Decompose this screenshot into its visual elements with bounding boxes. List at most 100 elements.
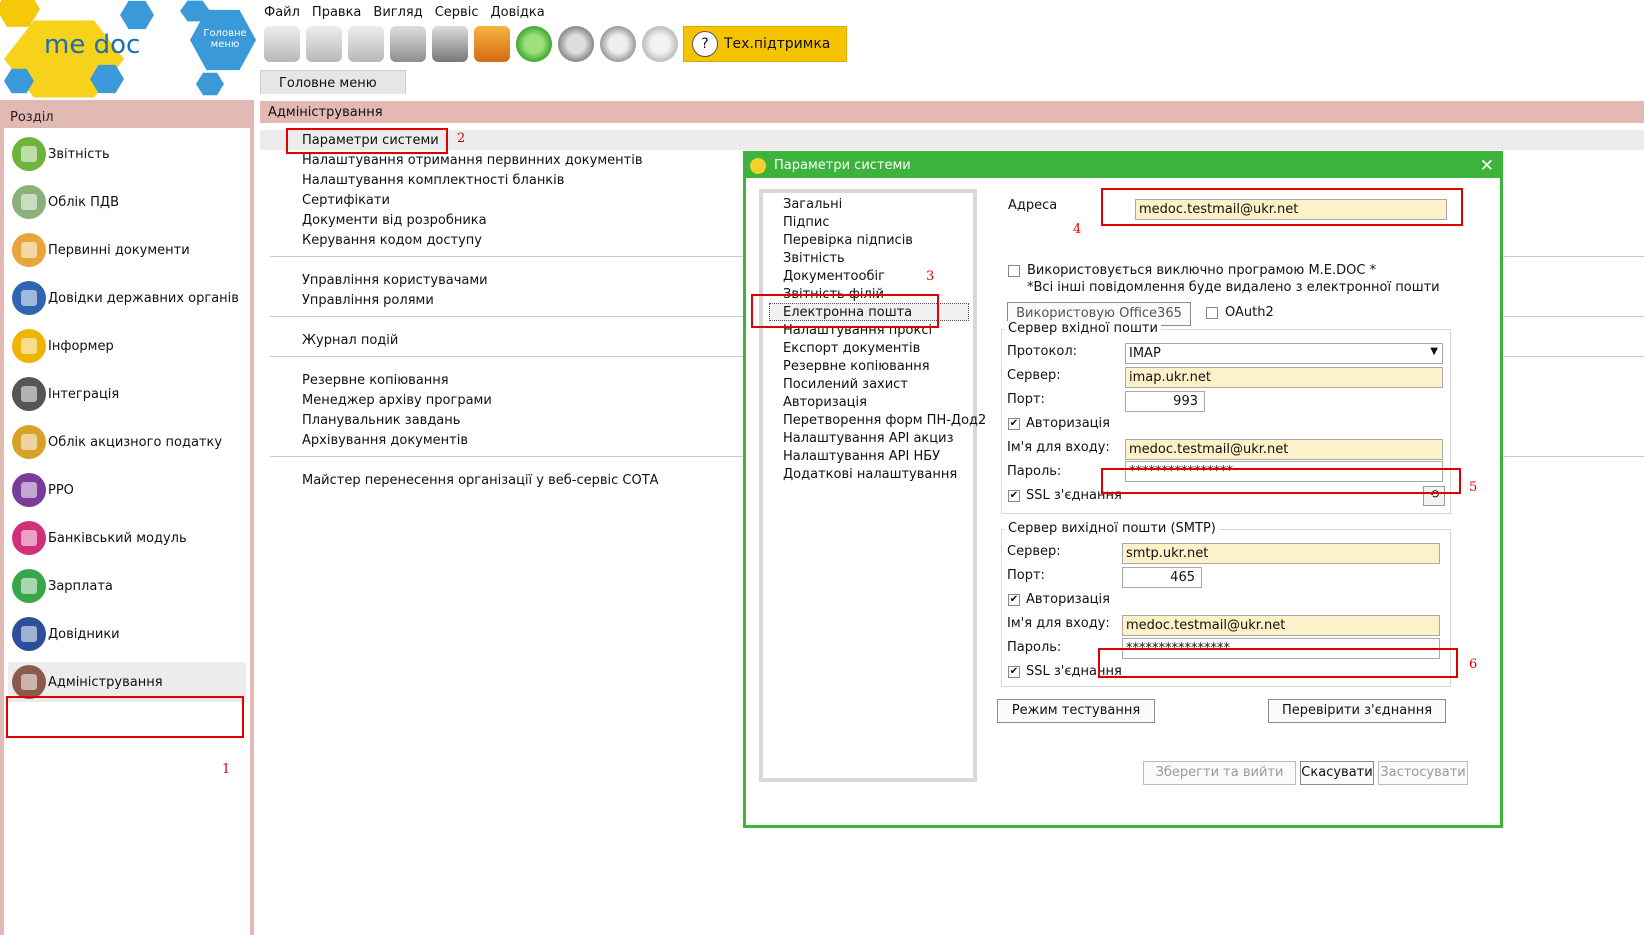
copy-icon[interactable] [348,26,384,62]
tree-item-authorization[interactable]: Авторизація [783,395,867,410]
receive-icon[interactable] [516,26,552,62]
out-auth-checkbox[interactable]: ✔ [1008,594,1020,606]
admin-section-title: Адміністрування [260,101,1644,123]
admin-item-primary-docs-settings[interactable]: Налаштування отримання первинних докумен… [302,153,642,168]
sidebar-item-bank[interactable]: Банківський модуль [12,518,244,558]
tree-item-reporting[interactable]: Звітність [783,251,845,266]
search-icon[interactable] [558,26,594,62]
logo-text: me doc [44,30,141,60]
salary-icon [12,569,46,603]
sign-icon[interactable] [642,26,678,62]
highlight-in-password [1101,468,1461,494]
address-label: Адреса [1008,198,1058,213]
tree-item-api-nbu[interactable]: Налаштування API НБУ [783,449,940,464]
admin-item-roles[interactable]: Управління ролями [302,293,434,308]
tree-item-form-conversion[interactable]: Перетворення форм ПН-Дод2 [783,413,986,428]
excise-icon [12,425,46,459]
sidebar-item-directories[interactable]: Довідники [12,614,244,654]
tree-item-signature-check[interactable]: Перевірка підписів [783,233,913,248]
admin-item-task-scheduler[interactable]: Планувальник завдань [302,413,460,428]
menu-service[interactable]: Сервіс [435,5,479,23]
sidebar-item-vat[interactable]: Облік ПДВ [12,182,244,222]
sidebar-item-informer[interactable]: Інформер [12,326,244,366]
menu-edit[interactable]: Правка [312,5,361,23]
apply-button[interactable]: Застосувати [1378,761,1468,785]
delete-icon[interactable] [306,26,342,62]
exclusive-checkbox[interactable] [1008,265,1020,277]
admin-item-forms-completeness[interactable]: Налаштування комплектності бланків [302,173,564,188]
tree-item-additional[interactable]: Додаткові налаштування [783,467,957,482]
chat-icon: ? [692,31,718,57]
tab-main-menu[interactable]: Головне меню [260,70,406,94]
save-icon[interactable] [390,26,426,62]
annotation-5: 5 [1469,480,1478,495]
admin-item-developer-docs[interactable]: Документи від розробника [302,213,487,228]
sidebar-title: Розділ [10,110,54,125]
oauth-checkbox[interactable] [1206,307,1218,319]
sidebar-item-gov-certificates[interactable]: Довідки державних органів [12,278,244,318]
check-connection-button[interactable]: Перевірити з'єднання [1268,699,1446,723]
out-password-label: Пароль: [1007,640,1062,655]
in-server-input[interactable]: imap.ukr.net [1125,367,1443,388]
menu-help[interactable]: Довідка [490,5,544,23]
tech-support-button[interactable]: ? Тех.підтримка [683,26,847,62]
annotation-3: 3 [926,269,935,284]
open-icon[interactable] [264,26,300,62]
out-auth-label: Авторизація [1026,592,1110,607]
book-icon [12,617,46,651]
dialog-title-bar: Параметри системи ✕ [746,154,1500,178]
sidebar-item-rro[interactable]: РРО [12,470,244,510]
admin-item-certificates[interactable]: Сертифікати [302,193,390,208]
print-icon[interactable] [432,26,468,62]
admin-item-event-log[interactable]: Журнал подій [302,333,398,348]
tree-item-export[interactable]: Експорт документів [783,341,920,356]
selected-row [260,130,1644,150]
chevron-down-icon: ▼ [1430,346,1438,357]
tree-item-api-excise[interactable]: Налаштування API акциз [783,431,954,446]
admin-item-users[interactable]: Управління користувачами [302,273,488,288]
tree-item-enhanced-protection[interactable]: Посилений захист [783,377,908,392]
annotation-4: 4 [1073,222,1082,237]
in-login-label: Ім'я для входу: [1007,440,1110,455]
out-login-input[interactable]: medoc.testmail@ukr.net [1122,615,1440,636]
integration-icon [12,377,46,411]
incoming-group-title: Сервер вхідної пошти [1005,321,1161,336]
out-server-input[interactable]: smtp.ukr.net [1122,543,1440,564]
sidebar-list: Звітність Облік ПДВ Первинні документи Д… [4,128,250,935]
protocol-select[interactable]: IMAP ▼ [1125,343,1443,364]
tree-item-general[interactable]: Загальні [783,197,842,212]
out-port-input[interactable]: 465 [1122,567,1202,588]
sidebar-item-primary-docs[interactable]: Первинні документи [12,230,244,270]
send-icon[interactable] [474,26,510,62]
admin-item-backup[interactable]: Резервне копіювання [302,373,449,388]
admin-item-access-code[interactable]: Керування кодом доступу [302,233,482,248]
menu-bar: Файл Правка Вигляд Сервіс Довідка [264,5,545,23]
in-auth-checkbox[interactable]: ✔ [1008,418,1020,430]
admin-item-sota-wizard[interactable]: Майстер перенесення організації у веб-се… [302,473,659,488]
admin-item-archive-manager[interactable]: Менеджер архіву програми [302,393,492,408]
tree-item-doc-flow[interactable]: Документообіг [783,269,885,284]
sidebar-item-excise[interactable]: Облік акцизного податку [12,422,244,462]
protocol-label: Протокол: [1007,344,1078,359]
in-ssl-checkbox[interactable]: ✔ [1008,490,1020,502]
highlight-email-tree-item [751,294,939,328]
sidebar-item-salary[interactable]: Зарплата [12,566,244,606]
save-exit-button[interactable]: Зберегти та вийти [1143,761,1296,785]
sidebar-item-reporting[interactable]: Звітність [12,134,244,174]
exclusive-note: *Всі інші повідомлення буде видалено з е… [1027,280,1440,295]
out-ssl-checkbox[interactable]: ✔ [1008,666,1020,678]
in-port-input[interactable]: 993 [1125,391,1205,412]
message-icon[interactable] [600,26,636,62]
tech-support-label: Тех.підтримка [724,36,831,52]
menu-file[interactable]: Файл [264,5,300,23]
cancel-button[interactable]: Скасувати [1300,761,1374,785]
test-mode-button[interactable]: Режим тестування [997,699,1155,723]
in-login-input[interactable]: medoc.testmail@ukr.net [1125,439,1443,460]
vat-icon [12,185,46,219]
close-icon[interactable]: ✕ [1480,156,1494,176]
tree-item-backup[interactable]: Резервне копіювання [783,359,930,374]
menu-view[interactable]: Вигляд [373,5,422,23]
sidebar-item-integration[interactable]: Інтеграція [12,374,244,414]
tree-item-signature[interactable]: Підпис [783,215,829,230]
admin-item-doc-archiving[interactable]: Архівування документів [302,433,468,448]
